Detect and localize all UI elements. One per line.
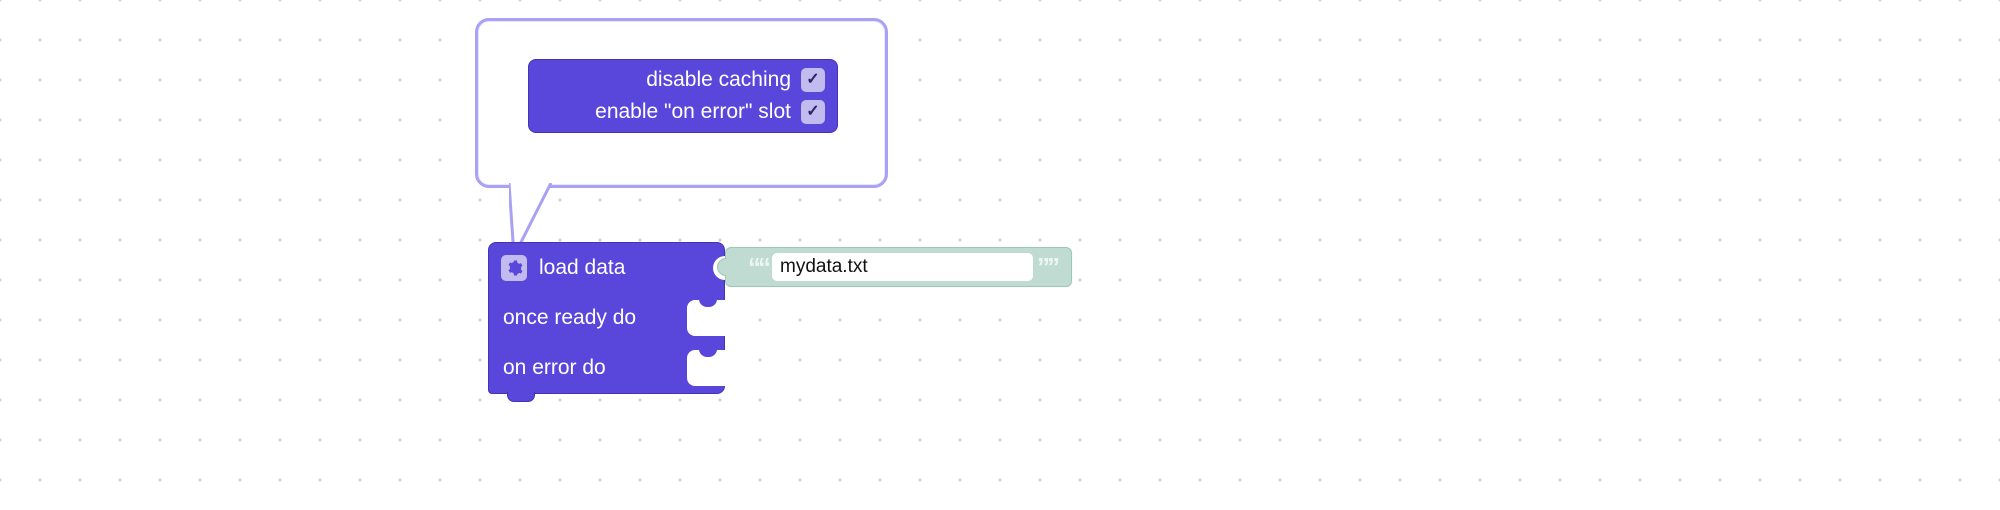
once-ready-row: once ready do (489, 293, 724, 343)
statement-slot-ready[interactable] (687, 293, 725, 343)
once-ready-label: once ready do (503, 306, 636, 330)
mutator-option-label: disable caching (646, 68, 791, 91)
mutator-options-block[interactable]: disable caching ✓ enable "on error" slot… (528, 59, 838, 133)
mutator-popup: disable caching ✓ enable "on error" slot… (475, 18, 888, 188)
mutator-option-on-error-slot: enable "on error" slot ✓ (529, 96, 837, 128)
string-value-input[interactable] (772, 253, 1033, 281)
mutator-option-disable-caching: disable caching ✓ (529, 64, 837, 96)
check-icon: ✓ (806, 71, 819, 89)
load-data-label: load data (539, 256, 625, 280)
load-data-block[interactable]: load data once ready do on error do (488, 242, 725, 394)
checkbox-disable-caching[interactable]: ✓ (801, 68, 825, 92)
open-quote-icon: ““ (744, 261, 772, 274)
mutator-option-label: enable "on error" slot (595, 100, 791, 123)
on-error-row: on error do (489, 343, 724, 393)
string-literal-block[interactable]: ““ ”” (725, 247, 1072, 287)
block-header-row: load data (489, 243, 724, 293)
on-error-label: on error do (503, 356, 606, 380)
next-connector[interactable] (507, 392, 535, 402)
output-connector (717, 258, 735, 276)
checkbox-on-error-slot[interactable]: ✓ (801, 100, 825, 124)
check-icon: ✓ (806, 103, 819, 121)
statement-slot-error[interactable] (687, 343, 725, 393)
gear-icon[interactable] (501, 255, 527, 281)
close-quote-icon: ”” (1033, 261, 1061, 274)
blockly-canvas[interactable]: disable caching ✓ enable "on error" slot… (0, 0, 2000, 510)
